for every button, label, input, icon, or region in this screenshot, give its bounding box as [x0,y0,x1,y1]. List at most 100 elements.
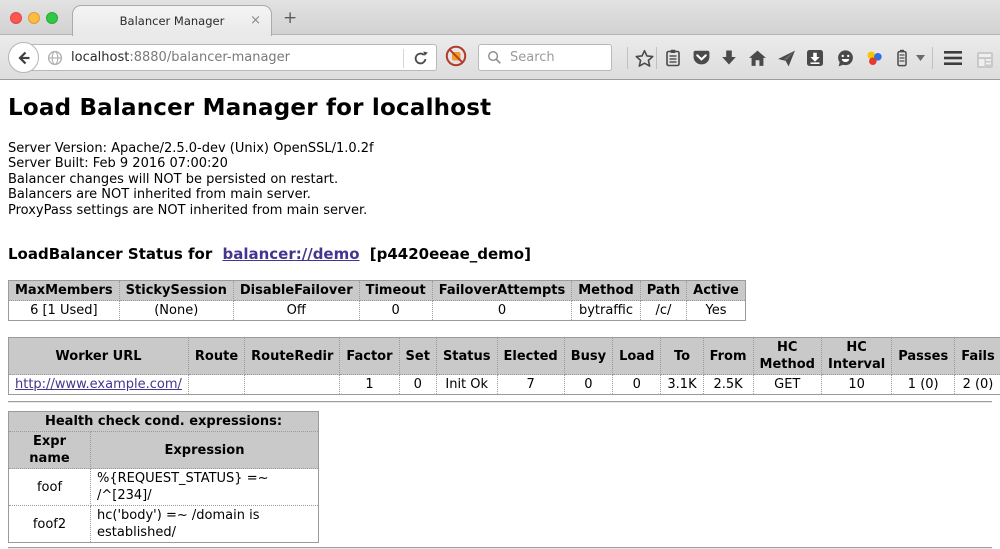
cell-stickysession: (None) [119,301,233,321]
search-bar[interactable] [478,44,612,71]
tab-bar: Balancer Manager × + [0,0,1000,35]
col-expr-name: Expr name [9,432,91,469]
new-tab-button[interactable]: + [283,8,297,28]
col-set: Set [399,338,436,375]
cell-busy: 0 [564,375,612,395]
urlbar-divider [403,49,404,68]
section-divider [8,401,992,403]
downloads-icon[interactable] [719,48,739,68]
globe-icon [47,50,63,66]
cell-passes: 1 (0) [892,375,955,395]
content-blocker-icon[interactable] [444,44,468,68]
cell-set: 0 [399,375,436,395]
cell-expression: hc('body') =~ /domain is established/ [91,506,319,543]
back-arrow-icon [16,50,32,66]
server-info: Server Version: Apache/2.5.0-dev (Unix) … [8,141,992,218]
worker-url-link[interactable]: http://www.example.com/ [15,377,182,392]
table-row: foof2 hc('body') =~ /domain is establish… [9,506,319,543]
health-check-table: Health check cond. expressions: Expr nam… [8,411,319,543]
inherit-notice-line: Balancers are NOT inherited from main se… [8,187,992,202]
cell-route [188,375,244,395]
cell-routeredir [245,375,340,395]
navigation-toolbar: localhost:8880/balancer-manager [0,35,1000,80]
page-content: Load Balancer Manager for localhost Serv… [0,95,1000,549]
col-status: Status [436,338,497,375]
url-bar[interactable]: localhost:8880/balancer-manager [24,44,437,71]
cell-fails: 2 (0) [955,375,1000,395]
reader-grid-icon[interactable] [975,50,995,70]
back-button[interactable] [8,42,39,73]
balancer-params-table: MaxMembers StickySession DisableFailover… [8,280,746,321]
table-row: http://www.example.com/ 1 0 Init Ok 7 0 … [9,375,1000,395]
col-load: Load [613,338,661,375]
cell-from: 2.5K [703,375,753,395]
tab-close-icon[interactable]: × [250,13,261,29]
battery-extension-icon[interactable] [892,48,912,68]
col-from: From [703,338,753,375]
status-heading-suffix: [p4420eeae_demo] [370,245,531,263]
col-hc-method: HC Method [753,338,821,375]
table-header-row: MaxMembers StickySession DisableFailover… [9,281,746,301]
col-passes: Passes [892,338,955,375]
col-maxmembers: MaxMembers [9,281,120,301]
cell-to: 3.1K [661,375,703,395]
search-input[interactable] [508,49,598,66]
col-timeout: Timeout [359,281,432,301]
send-paper-plane-icon[interactable] [776,48,796,68]
cell-hc-interval: 10 [821,375,891,395]
toolbar-divider [656,47,657,69]
cell-hc-method: GET [753,375,821,395]
worker-status-table: Worker URL Route RouteRedir Factor Set S… [8,337,1000,395]
cell-timeout: 0 [359,301,432,321]
table-header-row: Expr name Expression [9,432,319,469]
col-worker-url: Worker URL [9,338,189,375]
col-disablefailover: DisableFailover [233,281,359,301]
table-row: foof %{REQUEST_STATUS} =~ /^[234]/ [9,469,319,506]
cell-worker-url: http://www.example.com/ [9,375,189,395]
balancer-demo-link[interactable]: balancer://demo [222,245,359,263]
window-minimize-button[interactable] [28,12,40,24]
reload-icon [412,50,429,67]
bookmark-star-icon[interactable] [634,48,654,68]
col-stickysession: StickySession [119,281,233,301]
reload-button[interactable] [412,50,429,71]
col-elected: Elected [497,338,564,375]
menu-hamburger-icon[interactable] [943,48,963,68]
table-header-row: Worker URL Route RouteRedir Factor Set S… [9,338,1000,375]
col-busy: Busy [564,338,612,375]
tab-balancer-manager[interactable]: Balancer Manager × [72,5,272,36]
col-hc-interval: HC Interval [821,338,891,375]
cell-method: bytraffic [572,301,640,321]
health-table-title: Health check cond. expressions: [9,412,319,432]
col-routeredir: RouteRedir [245,338,340,375]
tab-title: Balancer Manager [120,14,225,28]
persist-notice-line: Balancer changes will NOT be persisted o… [8,172,992,187]
col-route: Route [188,338,244,375]
overflow-caret-icon[interactable] [914,48,926,68]
loadbalancer-status-heading: LoadBalancer Status for balancer://demo … [8,245,992,263]
table-title-row: Health check cond. expressions: [9,412,319,432]
pocket-icon[interactable] [691,48,711,68]
window-close-button[interactable] [10,12,22,24]
browser-chrome: Balancer Manager × + localhost:8880/bala… [0,0,1000,80]
home-icon[interactable] [747,48,767,68]
server-version-line: Server Version: Apache/2.5.0-dev (Unix) … [8,141,992,156]
cell-status: Init Ok [436,375,497,395]
cell-disablefailover: Off [233,301,359,321]
window-zoom-button[interactable] [46,12,58,24]
server-built-line: Server Built: Feb 9 2016 07:00:20 [8,156,992,171]
cell-path: /c/ [640,301,686,321]
chat-smiley-icon[interactable] [835,48,855,68]
col-fails: Fails [955,338,1000,375]
status-heading-prefix: LoadBalancer Status for [8,245,212,263]
colored-dots-extension-icon[interactable] [864,48,884,68]
proxypass-notice-line: ProxyPass settings are NOT inherited fro… [8,203,992,218]
download-manager-icon[interactable] [805,48,825,68]
url-path: :8880/balancer-manager [129,50,290,65]
clipboard-icon[interactable] [663,48,683,68]
col-to: To [661,338,703,375]
cell-active: Yes [687,301,746,321]
col-expression: Expression [91,432,319,469]
col-failoverattempts: FailoverAttempts [432,281,572,301]
toolbar-divider [627,47,628,69]
